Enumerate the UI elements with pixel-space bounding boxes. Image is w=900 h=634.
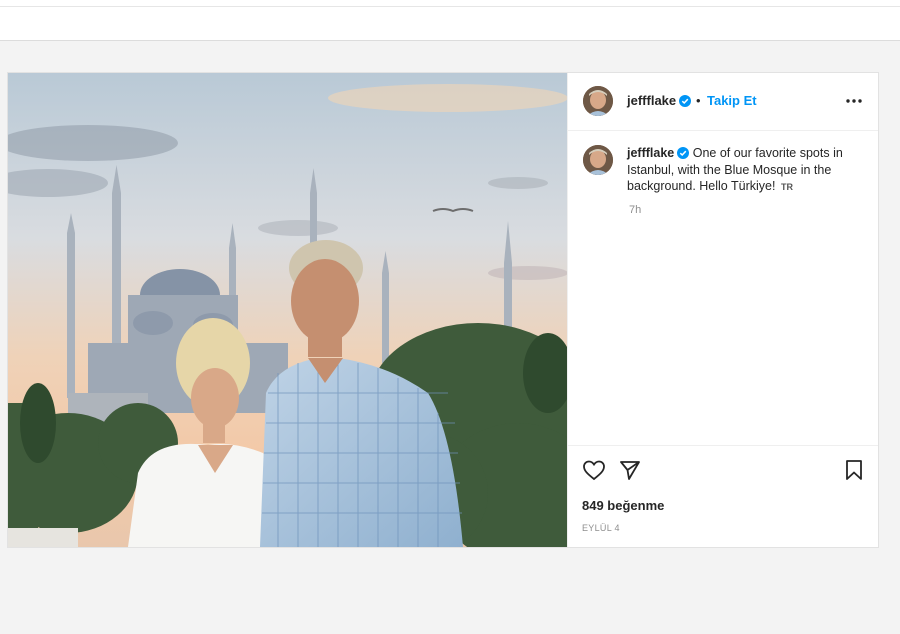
caption-username[interactable]: jeffflake — [627, 146, 674, 160]
post-sidebar: jeffflake • Takip Et jeffflake One of ou… — [567, 73, 878, 547]
likes-count[interactable]: 849 beğenme — [582, 498, 664, 513]
paper-plane-icon[interactable] — [619, 459, 641, 481]
post-date: EYLÜL 4 — [582, 523, 620, 533]
avatar[interactable] — [583, 86, 613, 116]
verified-badge-icon — [679, 95, 692, 107]
bookmark-icon[interactable] — [844, 459, 864, 481]
post-actions: 849 beğenme EYLÜL 4 — [568, 445, 878, 548]
username-text[interactable]: jeffflake — [627, 93, 676, 108]
more-horizontal-icon[interactable] — [845, 94, 863, 108]
verified-badge-icon — [677, 147, 690, 159]
username[interactable]: jeffflake — [627, 93, 692, 108]
top-divider — [0, 6, 900, 7]
follow-button[interactable]: Takip Et — [707, 93, 757, 108]
browser-top-strip — [0, 0, 900, 41]
post-photo[interactable] — [8, 73, 567, 547]
avatar[interactable] — [583, 145, 613, 175]
separator-dot: • — [696, 93, 701, 108]
caption-text: jeffflake One of our favorite spots in I… — [627, 145, 867, 196]
post-header: jeffflake • Takip Et — [568, 73, 878, 131]
instagram-post: jeffflake • Takip Et jeffflake One of ou… — [7, 72, 879, 548]
post-time[interactable]: 7h — [629, 204, 641, 216]
caption-language-tag: TR — [780, 182, 793, 192]
heart-icon[interactable] — [582, 459, 606, 481]
